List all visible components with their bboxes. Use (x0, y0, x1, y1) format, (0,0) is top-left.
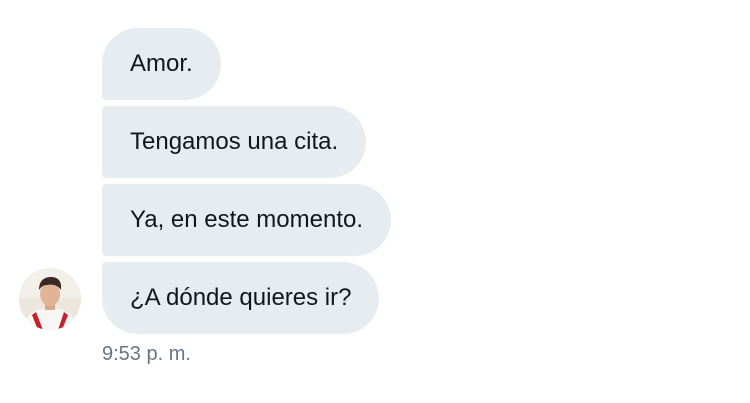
message-text: Tengamos una cita. (130, 128, 339, 155)
message-bubble[interactable]: Amor. (102, 28, 221, 100)
message-bubble[interactable]: Tengamos una cita. (102, 106, 367, 178)
message-timestamp: 9:53 p. m. (102, 343, 191, 365)
user-avatar-icon (19, 268, 81, 330)
message-text: Ya, en este momento. (130, 206, 364, 233)
message-bubble[interactable]: Ya, en este momento. (102, 184, 392, 256)
message-thread: Amor. Tengamos una cita. Ya, en este mom… (0, 0, 750, 403)
message-text: ¿A dónde quieres ir? (130, 284, 352, 311)
message-bubble[interactable]: ¿A dónde quieres ir? (102, 262, 380, 334)
avatar[interactable] (19, 268, 81, 330)
message-text: Amor. (130, 50, 193, 77)
